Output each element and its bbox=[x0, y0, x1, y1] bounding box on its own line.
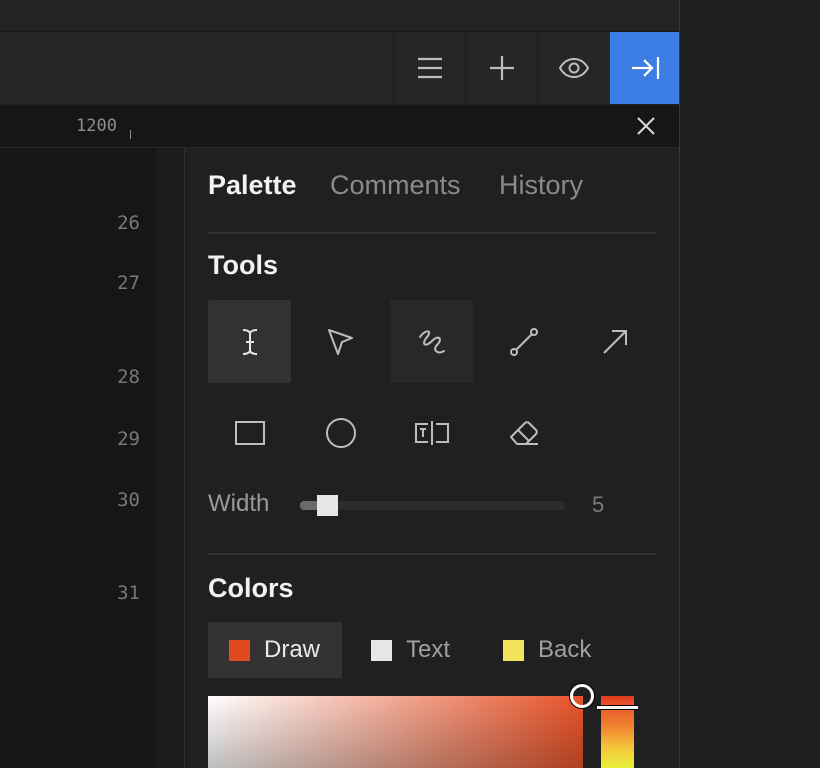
text-color-label: Text bbox=[406, 636, 451, 663]
collapse-panel-icon bbox=[631, 57, 659, 79]
add-button[interactable] bbox=[465, 32, 538, 104]
circle-icon bbox=[325, 417, 356, 448]
back-color-button[interactable]: Back bbox=[483, 622, 613, 678]
line-number: 27 bbox=[117, 272, 140, 294]
close-icon bbox=[637, 117, 655, 135]
tab-history[interactable]: History bbox=[499, 170, 583, 201]
back-color-swatch bbox=[503, 639, 524, 661]
line-number: 28 bbox=[117, 366, 140, 388]
divider bbox=[208, 553, 656, 555]
ellipse-tool[interactable] bbox=[299, 391, 382, 474]
eye-icon bbox=[559, 58, 589, 78]
ruler-tick bbox=[130, 130, 131, 139]
background-area bbox=[680, 0, 820, 768]
eraser-icon bbox=[509, 420, 538, 445]
arrow-tool[interactable] bbox=[573, 300, 656, 383]
width-label: Width bbox=[208, 490, 270, 517]
draw-color-label: Draw bbox=[264, 636, 321, 663]
width-value: 5 bbox=[592, 492, 605, 517]
text-color-button[interactable]: Text bbox=[352, 622, 472, 678]
arrow-icon bbox=[602, 329, 627, 354]
rectangle-tool[interactable] bbox=[208, 391, 291, 474]
eraser-tool[interactable] bbox=[482, 391, 565, 474]
gutter-strip bbox=[156, 148, 185, 768]
saturation-handle[interactable] bbox=[570, 684, 594, 708]
back-color-label: Back bbox=[538, 636, 592, 663]
text-cursor-icon bbox=[242, 328, 257, 355]
draw-color-swatch bbox=[229, 639, 250, 661]
saturation-picker[interactable] bbox=[208, 696, 583, 768]
hue-slider-handle[interactable] bbox=[597, 705, 638, 710]
tab-comments[interactable]: Comments bbox=[330, 170, 461, 201]
close-panel-button[interactable] bbox=[628, 109, 664, 143]
line-number-gutter: 26 27 28 29 30 31 bbox=[0, 148, 156, 768]
preview-button[interactable] bbox=[537, 32, 610, 104]
width-slider-thumb[interactable] bbox=[317, 495, 338, 516]
pointer-tool[interactable] bbox=[299, 300, 382, 383]
line-number: 26 bbox=[117, 212, 140, 234]
line-number: 30 bbox=[117, 489, 140, 511]
tab-palette[interactable]: Palette bbox=[208, 170, 297, 201]
text-box-tool[interactable] bbox=[390, 391, 473, 474]
pointer-icon bbox=[327, 328, 353, 355]
text-box-icon bbox=[414, 420, 449, 445]
window-edge bbox=[679, 0, 680, 768]
text-cursor-tool[interactable] bbox=[208, 300, 291, 383]
draw-color-button[interactable]: Draw bbox=[208, 622, 342, 678]
line-number: 29 bbox=[117, 428, 140, 450]
colors-heading: Colors bbox=[208, 573, 294, 603]
hamburger-menu-icon bbox=[418, 57, 442, 79]
width-slider[interactable] bbox=[300, 501, 565, 510]
tools-heading: Tools bbox=[208, 250, 278, 280]
line-number: 31 bbox=[117, 582, 140, 604]
line-tool[interactable] bbox=[482, 300, 565, 383]
top-strip bbox=[0, 0, 679, 32]
rectangle-icon bbox=[234, 420, 265, 445]
freehand-tool[interactable] bbox=[390, 300, 473, 383]
text-color-swatch bbox=[371, 639, 392, 661]
collapse-panel-button[interactable] bbox=[610, 32, 679, 104]
menu-button[interactable] bbox=[393, 32, 466, 104]
freehand-icon bbox=[418, 329, 445, 353]
ruler-label: 1200 bbox=[76, 116, 117, 136]
divider bbox=[208, 232, 656, 234]
line-icon bbox=[509, 327, 538, 356]
plus-icon bbox=[490, 56, 514, 80]
